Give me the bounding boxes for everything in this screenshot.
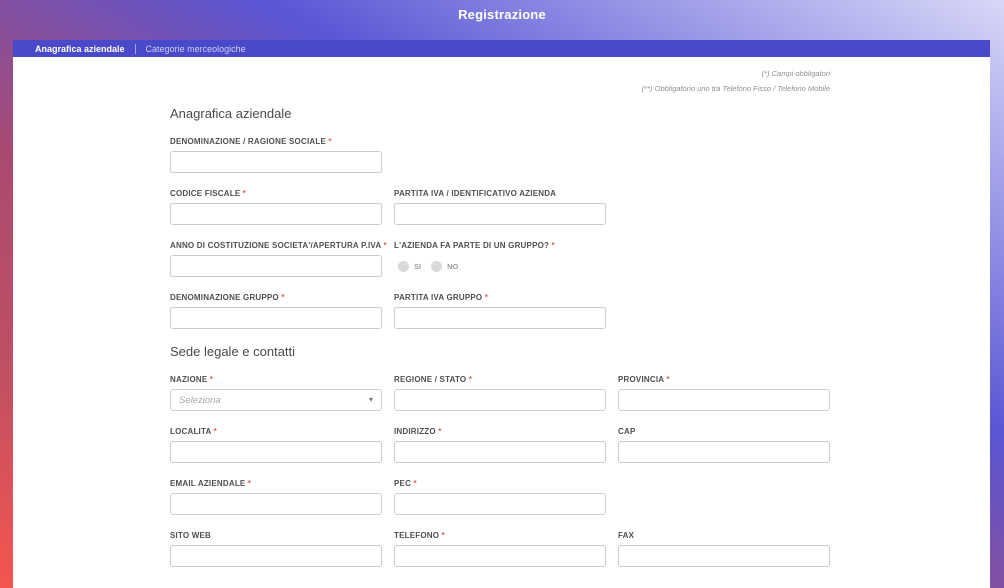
form-row: SITO WEB TELEFONO * FAX [170,530,830,567]
field-label: LOCALITA * [170,427,217,436]
fax-input[interactable] [618,545,830,567]
nazione-select[interactable]: Seleziona ▾ [170,389,382,411]
partita-iva-identificativo-azienda-input[interactable] [394,203,606,225]
denominazione-ragione-sociale-input[interactable] [170,151,382,173]
note-phone-requirement: (**) Obbligatorio uno tra Telefono Fisso… [641,84,830,93]
field-fax: FAX [618,530,830,567]
page-title: Registrazione [458,7,546,22]
field-codice-fiscale: CODICE FISCALE * [170,188,382,225]
field-label: EMAIL AZIENDALE * [170,479,252,488]
field-label: TELEFONO * [394,531,445,540]
form-row: ANNO DI COSTITUZIONE SOCIETA'/APERTURA P… [170,240,830,277]
field-label: SITO WEB [170,531,212,540]
field-label: PROVINCIA * [618,375,670,384]
form-row: DENOMINAZIONE GRUPPO * PARTITA IVA GRUPPO… [170,292,830,329]
anno-di-costituzione-societa-apertura-p-iva-input[interactable] [170,255,382,277]
codice-fiscale-input[interactable] [170,203,382,225]
field-label: PEC * [394,479,417,488]
registration-form-card: (*) Campi obbligatori (**) Obbligatorio … [13,57,990,588]
l-azienda-fa-parte-di-un-gruppo-radio-group: SI NO [394,255,606,277]
telefono-input[interactable] [394,545,606,567]
tab-categorie-merceologiche[interactable]: Categorie merceologiche [136,44,256,54]
field-label: CODICE FISCALE * [170,189,247,198]
field-denominazione-ragione-sociale: DENOMINAZIONE / RAGIONE SOCIALE * [170,136,382,173]
select-placeholder: Seleziona [179,394,221,406]
indirizzo-input[interactable] [394,441,606,463]
required-asterisk: * [439,531,445,540]
field-localita: LOCALITA * [170,426,382,463]
field-label: ANNO DI COSTITUZIONE SOCIETA'/APERTURA P… [170,241,387,250]
tab-bar: Anagrafica aziendale Categorie merceolog… [13,40,990,57]
required-fields-notes: (*) Campi obbligatori (**) Obbligatorio … [13,66,830,96]
form-sections: Anagrafica aziendale DENOMINAZIONE / RAGI… [170,106,830,567]
field-pec: PEC * [394,478,606,515]
field-label: INDIRIZZO * [394,427,442,436]
form-row: NAZIONE * Seleziona ▾ REGIONE / STATO * PROV… [170,374,830,411]
field-email-aziendale: EMAIL AZIENDALE * [170,478,382,515]
field-label: FAX [618,531,635,540]
form-row: CODICE FISCALE * PARTITA IVA / IDENTIFICA… [170,188,830,225]
required-asterisk: * [663,375,670,384]
field-label: PARTITA IVA / IDENTIFICATIVO AZIENDA [394,189,557,198]
radio-option-no[interactable]: NO [431,260,459,272]
field-telefono: TELEFONO * [394,530,606,567]
required-asterisk: * [549,241,555,250]
required-asterisk: * [278,293,285,302]
required-asterisk: * [240,189,247,198]
form-row: DENOMINAZIONE / RAGIONE SOCIALE * [170,136,830,173]
field-label: NAZIONE * [170,375,214,384]
form-row: LOCALITA * INDIRIZZO * CAP [170,426,830,463]
pec-input[interactable] [394,493,606,515]
radio-icon [431,260,443,272]
field-anno-di-costituzione-societa-apertura-p-iva: ANNO DI COSTITUZIONE SOCIETA'/APERTURA P… [170,240,387,277]
field-provincia: PROVINCIA * [618,374,830,411]
required-asterisk: * [435,427,442,436]
required-asterisk: * [245,479,252,488]
field-nazione: NAZIONE * Seleziona ▾ [170,374,382,411]
field-regione-stato: REGIONE / STATO * [394,374,606,411]
required-asterisk: * [211,427,217,436]
partita-iva-gruppo-input[interactable] [394,307,606,329]
note-required-fields: (*) Campi obbligatori [761,69,830,78]
required-asterisk: * [482,293,489,302]
form-row: EMAIL AZIENDALE * PEC * [170,478,830,515]
chevron-down-icon: ▾ [368,395,373,404]
field-label: L'AZIENDA FA PARTE DI UN GRUPPO? * [394,241,555,250]
field-label: DENOMINAZIONE / RAGIONE SOCIALE * [170,137,332,146]
required-asterisk: * [207,375,214,384]
radio-option-si[interactable]: SI [398,260,422,272]
radio-label: SI [414,261,422,271]
section-title-sede-legale-e-contatti: Sede legale e contatti [170,344,296,359]
field-denominazione-gruppo: DENOMINAZIONE GRUPPO * [170,292,382,329]
field-indirizzo: INDIRIZZO * [394,426,606,463]
field-partita-iva-gruppo: PARTITA IVA GRUPPO * [394,292,606,329]
required-asterisk: * [381,241,387,250]
field-cap: CAP [618,426,830,463]
field-l-azienda-fa-parte-di-un-gruppo: L'AZIENDA FA PARTE DI UN GRUPPO? * SI NO [394,240,606,277]
localita-input[interactable] [170,441,382,463]
field-partita-iva-identificativo-azienda: PARTITA IVA / IDENTIFICATIVO AZIENDA [394,188,606,225]
tab-anagrafica-aziendale[interactable]: Anagrafica aziendale [25,44,135,54]
field-label: DENOMINAZIONE GRUPPO * [170,293,285,302]
radio-label: NO [447,261,459,271]
sito-web-input[interactable] [170,545,382,567]
cap-input[interactable] [618,441,830,463]
section-title-anagrafica-aziendale: Anagrafica aziendale [170,106,292,121]
radio-icon [398,260,409,272]
denominazione-gruppo-input[interactable] [170,307,382,329]
email-aziendale-input[interactable] [170,493,382,515]
provincia-input[interactable] [618,389,830,411]
required-asterisk: * [326,137,332,146]
field-label: CAP [618,427,636,436]
required-asterisk: * [411,479,417,488]
regione-stato-input[interactable] [394,389,606,411]
required-asterisk: * [466,375,473,384]
field-sito-web: SITO WEB [170,530,382,567]
field-label: REGIONE / STATO * [394,375,473,384]
field-label: PARTITA IVA GRUPPO * [394,293,489,302]
